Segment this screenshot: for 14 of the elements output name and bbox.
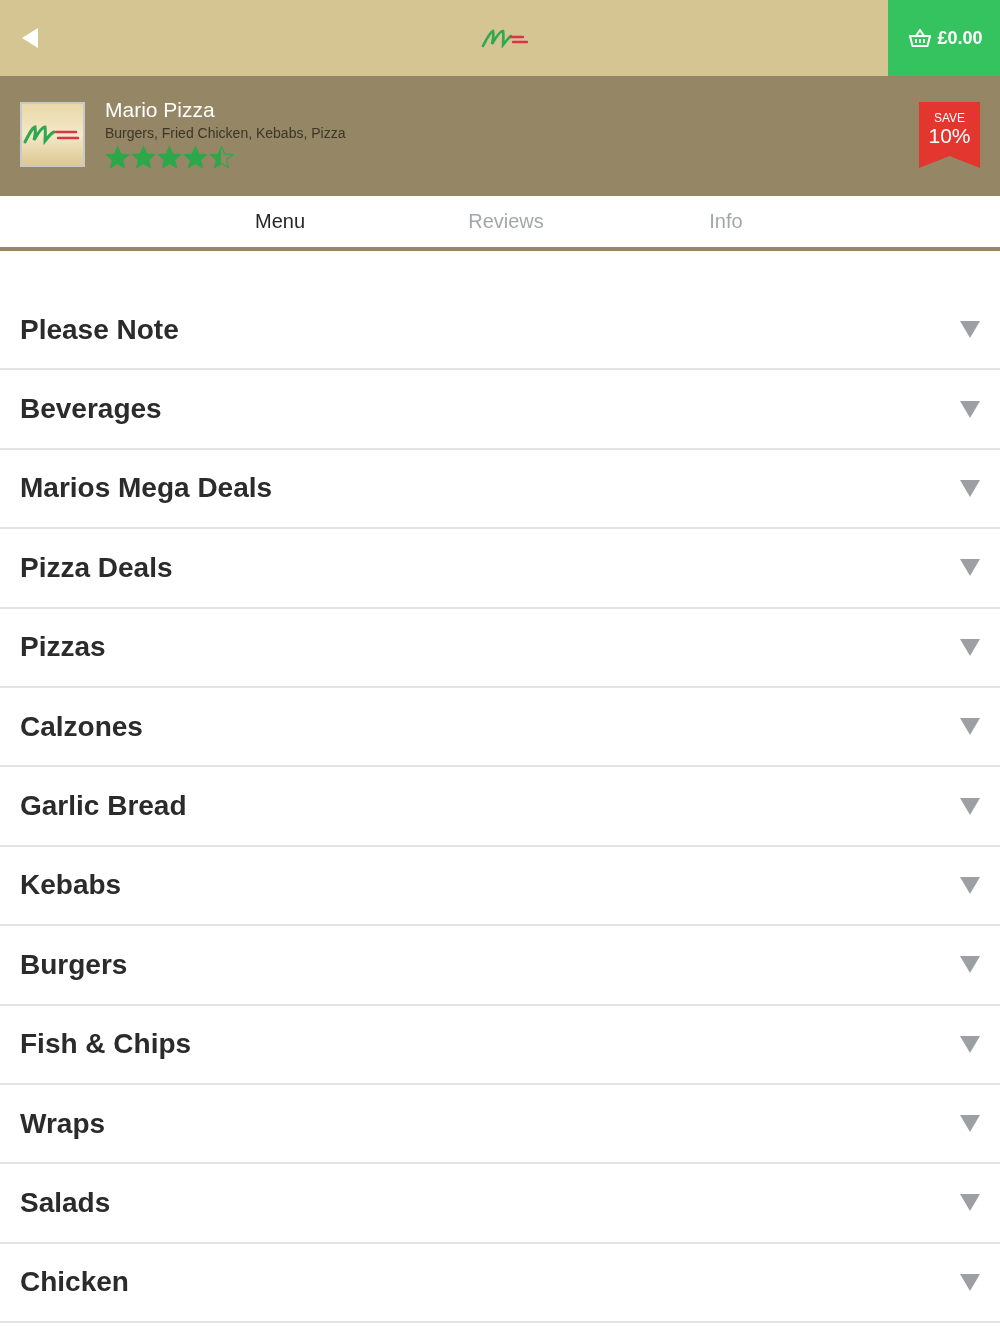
star-icon: [183, 145, 208, 169]
basket-icon: [909, 29, 932, 47]
star-icon: [131, 145, 156, 169]
cuisine-list: Burgers, Fried Chicken, Kebabs, Pizza: [105, 123, 919, 143]
restaurant-name: Mario Pizza: [105, 97, 216, 123]
star-icon: [105, 145, 130, 169]
logo-thumbnail-icon: [20, 102, 85, 167]
discount-value: 10%: [928, 125, 971, 147]
star-icon: [209, 145, 234, 169]
back-arrow-icon: [22, 28, 38, 48]
save-label: SAVE: [933, 111, 966, 125]
star-icon: [157, 145, 182, 169]
logo-icon: [481, 28, 529, 48]
tab[interactable]: Menu: [167, 196, 393, 247]
